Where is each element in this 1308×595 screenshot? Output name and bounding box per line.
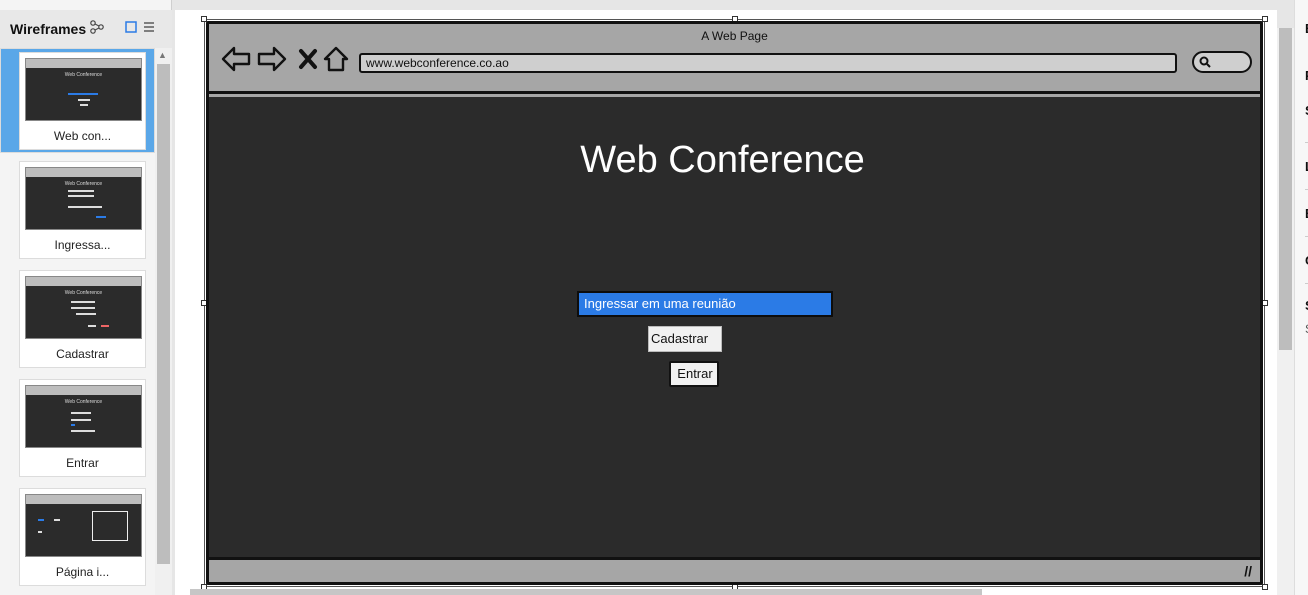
thumbnail-preview: Web Conference (25, 167, 142, 230)
resize-handle-br[interactable] (1262, 584, 1268, 590)
browser-toolbar: A Web Page www.webconference.co.ao (209, 24, 1260, 94)
page-content: Web Conference Ingressar em uma reunião … (209, 97, 1260, 557)
cadastrar-button[interactable]: Cadastrar (648, 326, 722, 352)
browser-page-title: A Web Page (701, 29, 768, 43)
list-view-icon[interactable] (140, 18, 158, 36)
thumbnail-preview (25, 494, 142, 557)
join-meeting-button[interactable]: Ingressar em uma reunião (577, 291, 833, 317)
thumbnail-label: Cadastrar (56, 347, 109, 361)
thumbnail-ingressar[interactable]: Web Conference Ingressa... (19, 161, 146, 259)
back-arrow-icon[interactable] (221, 44, 251, 74)
page-heading: Web Conference (580, 139, 865, 181)
browser-search-field[interactable] (1192, 51, 1252, 73)
browser-status-bar: // (209, 557, 1260, 582)
url-bar[interactable]: www.webconference.co.ao (359, 53, 1177, 73)
resize-grip-icon: // (1244, 563, 1252, 579)
scrollbar-thumb[interactable] (157, 64, 170, 564)
thumbnail-label: Página i... (55, 565, 110, 579)
wireframes-panel: Wireframes Web Conference Web con... Web… (0, 0, 172, 595)
entrar-button[interactable]: Entrar (669, 361, 719, 387)
thumbnail-preview: Web Conference (25, 276, 142, 339)
canvas-vertical-scrollbar[interactable] (1277, 28, 1294, 595)
home-icon[interactable] (321, 44, 351, 74)
forward-arrow-icon[interactable] (257, 44, 287, 74)
flow-icon[interactable] (88, 18, 106, 36)
thumbnail-entrar[interactable]: Web Conference Entrar (19, 379, 146, 477)
thumbnail-label: Ingressa... (54, 238, 111, 252)
panel-title: Wireframes (10, 21, 87, 37)
canvas-horizontal-scrollbar[interactable] (190, 589, 982, 595)
thumbnail-pagina-inicial[interactable]: Página i... (19, 488, 146, 586)
design-canvas[interactable]: A Web Page www.webconference.co.ao Web C… (175, 10, 1277, 595)
close-icon[interactable] (293, 44, 323, 74)
panel-header: Wireframes (0, 10, 172, 48)
thumbnail-cadastrar[interactable]: Web Conference Cadastrar (19, 270, 146, 368)
thumbnail-scrollbar[interactable]: ▲ (155, 48, 172, 595)
browser-wireframe[interactable]: A Web Page www.webconference.co.ao Web C… (206, 21, 1263, 585)
app-window: Wireframes Web Conference Web con... Web… (0, 0, 1308, 595)
scroll-up-icon[interactable]: ▲ (158, 50, 167, 60)
resize-handle-tr[interactable] (1262, 16, 1268, 22)
thumbnail-preview: Web Conference (25, 58, 142, 121)
scrollbar-thumb[interactable] (1279, 28, 1292, 350)
search-icon (1199, 56, 1211, 68)
properties-panel: B P S L B C S S (1294, 0, 1308, 595)
thumbnail-view-icon[interactable] (122, 18, 140, 36)
thumbnail-label: Entrar (66, 456, 99, 470)
thumbnail-label: Web con... (53, 129, 112, 143)
thumbnail-preview: Web Conference (25, 385, 142, 448)
thumbnail-web-conference[interactable]: Web Conference Web con... (19, 52, 146, 150)
thumbnail-list: Web Conference Web con... Web Conference… (0, 48, 155, 595)
